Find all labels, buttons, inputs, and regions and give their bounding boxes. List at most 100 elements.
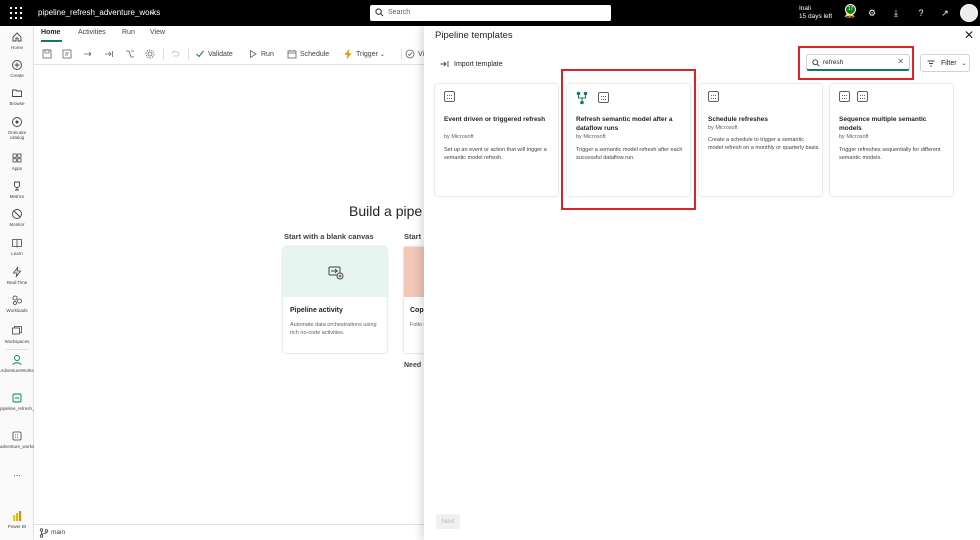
semantic-model-icon <box>857 91 868 102</box>
toolbar: Validate Run Schedule Trigger ⌄ Vi <box>34 43 424 65</box>
close-icon[interactable]: ✕ <box>964 28 974 42</box>
nav-label: Workspaces <box>4 339 30 344</box>
checkmark-icon <box>196 50 204 58</box>
import-template-button[interactable]: Import template <box>440 60 503 68</box>
start-heading: Start <box>404 232 422 241</box>
nav-divider <box>6 349 28 350</box>
card-description: Automate data orchestrations using rich … <box>290 322 377 336</box>
check-circle-icon <box>405 49 415 59</box>
nav-dataflow-item[interactable]: adventure_works_sales_... <box>0 430 54 449</box>
trial-status[interactable]: Inali 15 days left <box>799 5 832 21</box>
validate-button[interactable]: Validate <box>195 48 233 60</box>
arrow-to-end-icon[interactable] <box>104 48 117 60</box>
template-icons <box>444 91 462 102</box>
nav-more[interactable]: ... <box>0 468 34 478</box>
chevron-down-icon[interactable]: ⌄ <box>149 7 156 16</box>
nav-adventureworks[interactable]: AdventureWorks <box>0 354 34 373</box>
run-label: Run <box>261 50 274 58</box>
calendar-icon <box>287 50 297 59</box>
chevron-down-icon: ⌄ <box>379 51 385 58</box>
home-icon <box>12 32 22 42</box>
nav-label: Home <box>10 45 23 50</box>
nav-home[interactable]: Home <box>0 31 34 50</box>
filter-button[interactable]: Filter ⌄ <box>920 54 970 72</box>
template-card[interactable]: Event driven or triggered refresh by Mic… <box>435 84 558 196</box>
search-highlight-box <box>798 46 914 80</box>
schedule-label: Schedule <box>300 50 330 58</box>
folder-icon <box>12 89 22 97</box>
template-title: Sequence multiple semantic models <box>839 116 927 132</box>
global-search-input[interactable]: Search <box>370 5 611 21</box>
nav-apps[interactable]: Apps <box>0 152 34 171</box>
panel-title: Pipeline templates <box>435 30 513 41</box>
copy-data-card[interactable]: Cop Follo into othe <box>404 247 424 353</box>
trophy-icon <box>14 181 20 191</box>
workspace-icon <box>12 355 22 366</box>
nav-realtime[interactable]: Real-Time <box>0 266 34 285</box>
nav-metrics[interactable]: Metrics <box>0 180 34 199</box>
view-run-history-button[interactable]: Vi <box>405 48 424 60</box>
pipeline-activity-card[interactable]: Pipeline activity Automate data orchestr… <box>283 247 387 353</box>
tab-view[interactable]: View <box>150 29 165 36</box>
template-card[interactable]: Schedule refreshes by Microsoft Create a… <box>699 84 822 196</box>
branch-icon[interactable] <box>125 48 138 60</box>
app-launcher-icon[interactable] <box>10 7 22 19</box>
nav-label: Workloads <box>6 308 28 313</box>
trigger-label: Trigger <box>356 50 378 58</box>
lightning-icon <box>344 49 352 59</box>
branch-name[interactable]: main <box>51 529 65 536</box>
item-name[interactable]: pipeline_refresh_adventure_works <box>38 8 160 17</box>
trigger-button[interactable]: Trigger ⌄ <box>343 48 385 60</box>
nav-label: Power BI <box>7 524 27 529</box>
validate-label: Validate <box>208 50 233 58</box>
filter-icon <box>927 60 935 66</box>
avatar[interactable] <box>960 4 978 22</box>
save-icon[interactable] <box>42 48 55 60</box>
template-description: Create a schedule to trigger a semantic … <box>708 137 820 151</box>
card-header <box>404 247 424 297</box>
top-bar: pipeline_refresh_adventure_works ⌄ Searc… <box>0 0 980 26</box>
settings-gear-icon[interactable]: ⚙ <box>865 6 879 20</box>
template-card[interactable]: Sequence multiple semantic models by Mic… <box>830 84 953 196</box>
toolbar-divider <box>401 48 402 60</box>
nav-powerbi[interactable]: Power BI <box>0 510 34 529</box>
arrow-right-icon[interactable] <box>83 48 96 60</box>
ribbon-tabs: Home Activities Run View <box>34 26 424 43</box>
notifications-badge: 17 <box>845 4 856 15</box>
card-title: Cop <box>410 307 424 314</box>
nav-monitor[interactable]: Monitor <box>0 208 34 227</box>
search-placeholder: Search <box>388 9 411 16</box>
nav-workspaces[interactable]: Workspaces <box>0 325 34 344</box>
tab-activities[interactable]: Activities <box>78 29 106 36</box>
nav-browse[interactable]: Browse <box>0 87 34 106</box>
monitor-icon <box>12 209 22 219</box>
nav-create[interactable]: Create <box>0 59 34 78</box>
semantic-model-icon <box>708 91 719 102</box>
gear-icon[interactable] <box>145 48 158 60</box>
toolbar-divider <box>188 48 189 60</box>
nav-pipeline-item[interactable]: pipeline_refresh_adve... <box>0 392 48 411</box>
template-title: Schedule refreshes <box>708 116 768 123</box>
status-bar: main <box>34 524 424 540</box>
share-icon[interactable]: ↗ <box>938 6 952 20</box>
next-button[interactable]: Next <box>436 514 460 529</box>
template-title: Event driven or triggered refresh <box>444 116 546 123</box>
schedule-button[interactable]: Schedule <box>287 48 329 60</box>
download-icon[interactable]: ⤓ <box>889 6 903 20</box>
settings-doc-icon[interactable] <box>62 48 75 60</box>
semantic-model-icon <box>12 431 22 441</box>
card-title: Pipeline activity <box>290 307 343 314</box>
import-template-label: Import template <box>454 60 503 68</box>
left-nav: Home Create Browse OneLake catalog Apps … <box>0 26 54 540</box>
run-button[interactable]: Run <box>248 48 274 60</box>
nav-learn[interactable]: Learn <box>0 237 34 256</box>
active-tab-indicator <box>41 40 62 42</box>
lightning-icon <box>12 266 22 278</box>
nav-onelake[interactable]: OneLake catalog <box>0 116 34 140</box>
tab-run[interactable]: Run <box>122 29 135 36</box>
nav-workloads[interactable]: Workloads <box>0 294 34 313</box>
help-icon[interactable]: ? <box>914 6 928 20</box>
undo-icon[interactable] <box>170 48 183 60</box>
tab-home[interactable]: Home <box>41 29 60 36</box>
search-icon <box>375 8 384 17</box>
